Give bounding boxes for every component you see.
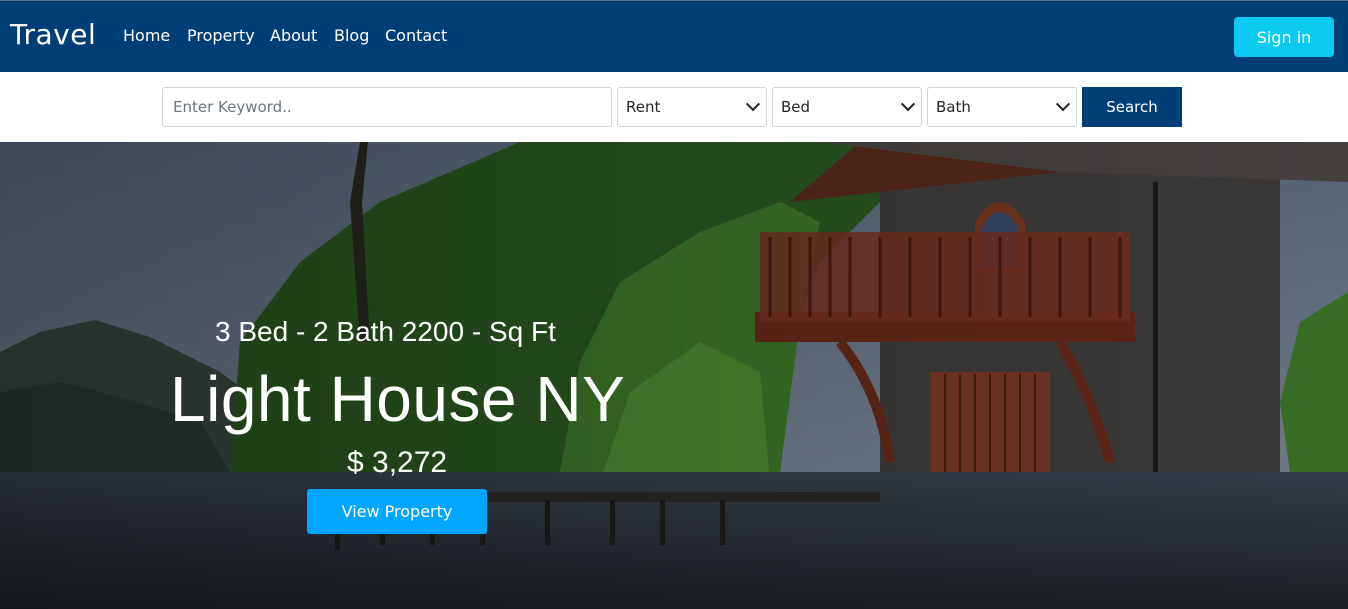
nav-link-home[interactable]: Home (123, 26, 170, 45)
bed-select-value: Bed (781, 98, 811, 116)
search-bar: Rent Bed Bath Search (0, 72, 1348, 142)
chevron-down-icon (745, 97, 761, 112)
nav-link-contact[interactable]: Contact (385, 26, 447, 45)
nav-link-blog[interactable]: Blog (334, 26, 369, 45)
type-select-value: Rent (626, 98, 661, 116)
nav-link-about[interactable]: About (270, 26, 317, 45)
hero-banner: 3 Bed - 2 Bath 2200 - Sq Ft Light House … (0, 142, 1348, 609)
bed-select[interactable]: Bed (772, 87, 922, 127)
nav-link-property[interactable]: Property (187, 26, 255, 45)
search-button[interactable]: Search (1082, 87, 1182, 127)
chevron-down-icon (1055, 97, 1071, 112)
chevron-down-icon (900, 97, 916, 112)
property-specs: 3 Bed - 2 Bath 2200 - Sq Ft (215, 316, 556, 347)
top-navbar: Travel Home Property About Blog Contact … (0, 0, 1348, 72)
property-title: Light House NY (170, 363, 626, 435)
bath-select-value: Bath (936, 98, 971, 116)
type-select[interactable]: Rent (617, 87, 767, 127)
property-price: $ 3,272 (347, 446, 448, 479)
keyword-search-input[interactable] (162, 87, 612, 127)
view-property-button[interactable]: View Property (307, 489, 487, 534)
bath-select[interactable]: Bath (927, 87, 1077, 127)
sign-in-button[interactable]: Sign in (1234, 17, 1334, 57)
brand-logo[interactable]: Travel (10, 18, 96, 51)
